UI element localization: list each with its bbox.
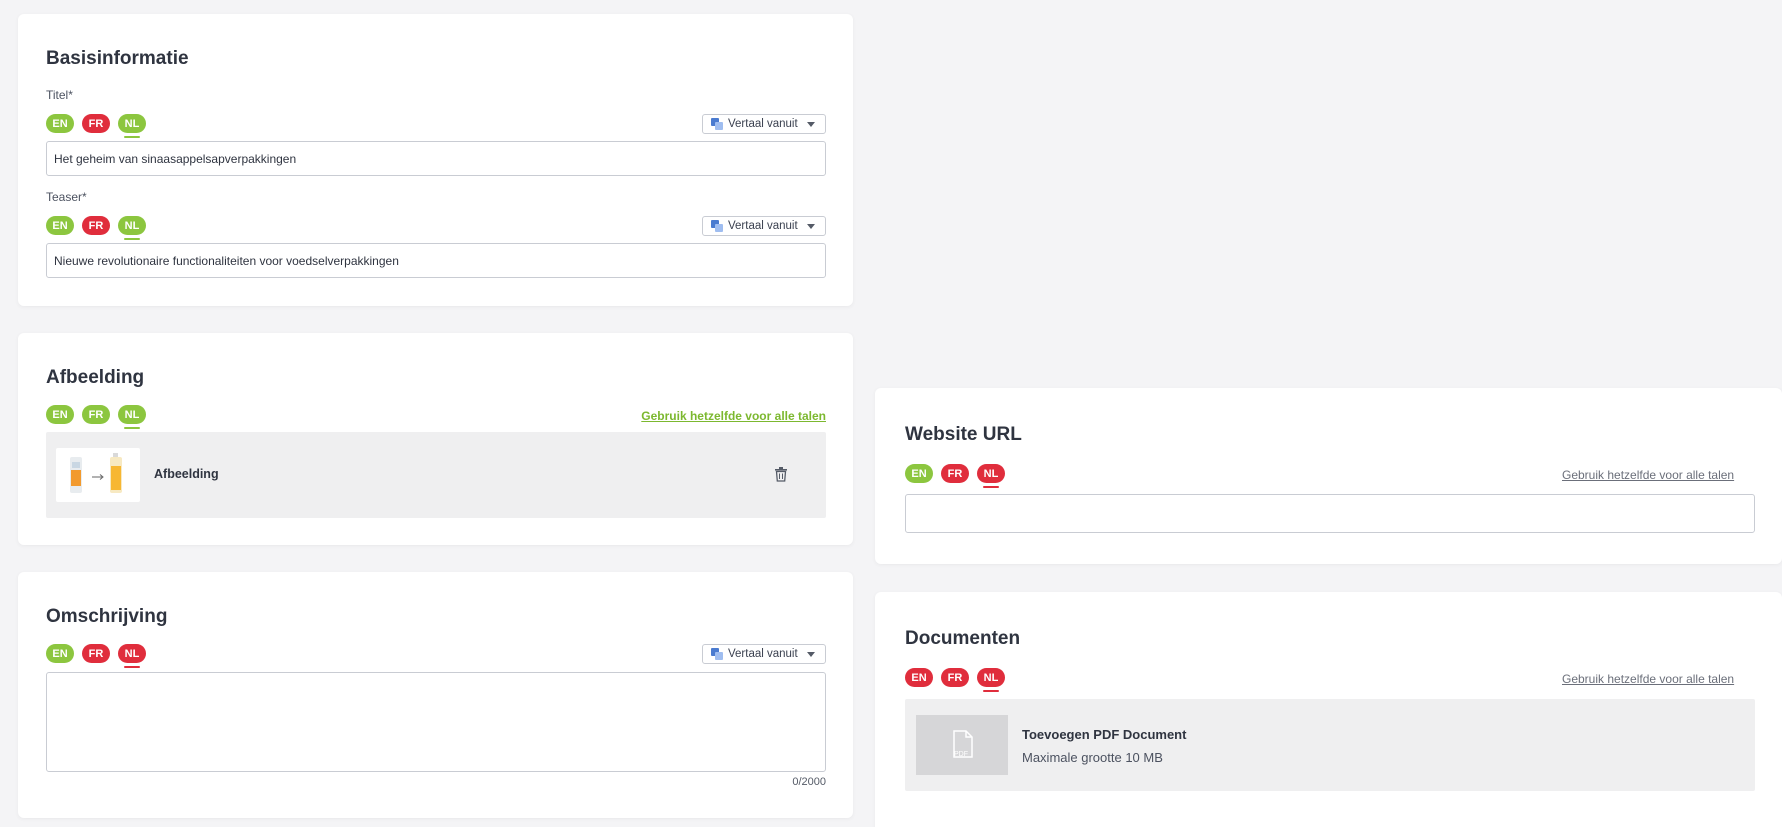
translate-icon — [711, 220, 723, 232]
use-same-for-all-languages-link[interactable]: Gebruik hetzelfde voor alle talen — [641, 409, 826, 423]
translate-from-dropdown[interactable]: Vertaal vanuit — [702, 216, 826, 236]
omschrijving-language-tabs: EN FR NL — [46, 644, 146, 668]
chevron-down-icon — [806, 651, 815, 657]
lang-tab-fr[interactable]: FR — [82, 114, 110, 133]
lang-tab-en[interactable]: EN — [46, 405, 74, 424]
lang-tab-fr[interactable]: FR — [941, 464, 969, 483]
teaser-language-tabs: EN FR NL — [46, 216, 146, 240]
afbeelding-language-tabs: EN FR NL — [46, 405, 146, 429]
pdf-file-icon: PDF — [916, 715, 1008, 775]
teaser-label: Teaser* — [46, 190, 87, 204]
translate-label: Vertaal vanuit — [728, 118, 798, 130]
basisinformatie-card: Basisinformatie Titel* EN FR NL Vertaal … — [18, 14, 853, 306]
description-textarea[interactable] — [46, 672, 826, 772]
teaser-input[interactable]: Nieuwe revolutionaire functionaliteiten … — [46, 243, 826, 278]
omschrijving-card: Omschrijving EN FR NL Vertaal vanuit 0/2… — [18, 572, 853, 818]
website-url-input[interactable] — [905, 494, 1755, 533]
lang-tab-nl[interactable]: NL — [118, 644, 146, 668]
lang-tab-nl[interactable]: NL — [118, 405, 146, 429]
section-title: Website URL — [905, 424, 1022, 445]
section-title: Omschrijving — [46, 606, 168, 627]
lang-tab-en[interactable]: EN — [46, 644, 74, 663]
chevron-down-icon — [806, 223, 815, 229]
use-same-for-all-languages-link[interactable]: Gebruik hetzelfde voor alle talen — [1562, 672, 1734, 686]
website-language-tabs: EN FR NL — [905, 464, 1005, 488]
section-title: Documenten — [905, 628, 1021, 649]
titel-label: Titel* — [46, 88, 73, 102]
translate-icon — [711, 118, 723, 130]
lang-tab-en[interactable]: EN — [905, 668, 933, 687]
pdf-file-icon-label: PDF — [954, 751, 968, 758]
titel-input[interactable]: Het geheim van sinaasappelsapverpakkinge… — [46, 141, 826, 176]
translate-from-dropdown[interactable]: Vertaal vanuit — [702, 114, 826, 134]
max-size-label: Maximale grootte 10 MB — [1022, 750, 1163, 765]
titel-language-tabs: EN FR NL — [46, 114, 146, 138]
lang-tab-en[interactable]: EN — [46, 114, 74, 133]
lang-tab-fr[interactable]: FR — [82, 216, 110, 235]
section-title: Afbeelding — [46, 367, 145, 388]
lang-tab-nl[interactable]: NL — [118, 114, 146, 138]
lang-tab-fr[interactable]: FR — [941, 668, 969, 687]
section-title: Basisinformatie — [46, 48, 189, 69]
website-url-card: Website URL EN FR NL Gebruik hetzelfde v… — [875, 388, 1782, 564]
translate-label: Vertaal vanuit — [728, 220, 798, 232]
translate-icon — [711, 648, 723, 660]
documenten-language-tabs: EN FR NL — [905, 668, 1005, 692]
lang-tab-nl[interactable]: NL — [977, 668, 1005, 692]
image-item: Afbeelding — [46, 432, 826, 518]
lang-tab-fr[interactable]: FR — [82, 644, 110, 663]
lang-tab-en[interactable]: EN — [905, 464, 933, 483]
character-counter: 0/2000 — [792, 776, 826, 788]
lang-tab-en[interactable]: EN — [46, 216, 74, 235]
image-item-label: Afbeelding — [154, 467, 219, 481]
translate-label: Vertaal vanuit — [728, 648, 798, 660]
pdf-upload-area[interactable]: PDF Toevoegen PDF Document Maximale groo… — [905, 699, 1755, 791]
translate-from-dropdown[interactable]: Vertaal vanuit — [702, 644, 826, 664]
lang-tab-nl[interactable]: NL — [977, 464, 1005, 488]
lang-tab-nl[interactable]: NL — [118, 216, 146, 240]
trash-icon[interactable] — [774, 467, 788, 482]
documenten-card: Documenten EN FR NL Gebruik hetzelfde vo… — [875, 592, 1782, 827]
add-pdf-label: Toevoegen PDF Document — [1022, 727, 1187, 742]
image-thumbnail[interactable] — [56, 448, 140, 502]
use-same-for-all-languages-link[interactable]: Gebruik hetzelfde voor alle talen — [1562, 468, 1734, 482]
afbeelding-card: Afbeelding EN FR NL Gebruik hetzelfde vo… — [18, 333, 853, 545]
lang-tab-fr[interactable]: FR — [82, 405, 110, 424]
chevron-down-icon — [806, 121, 815, 127]
